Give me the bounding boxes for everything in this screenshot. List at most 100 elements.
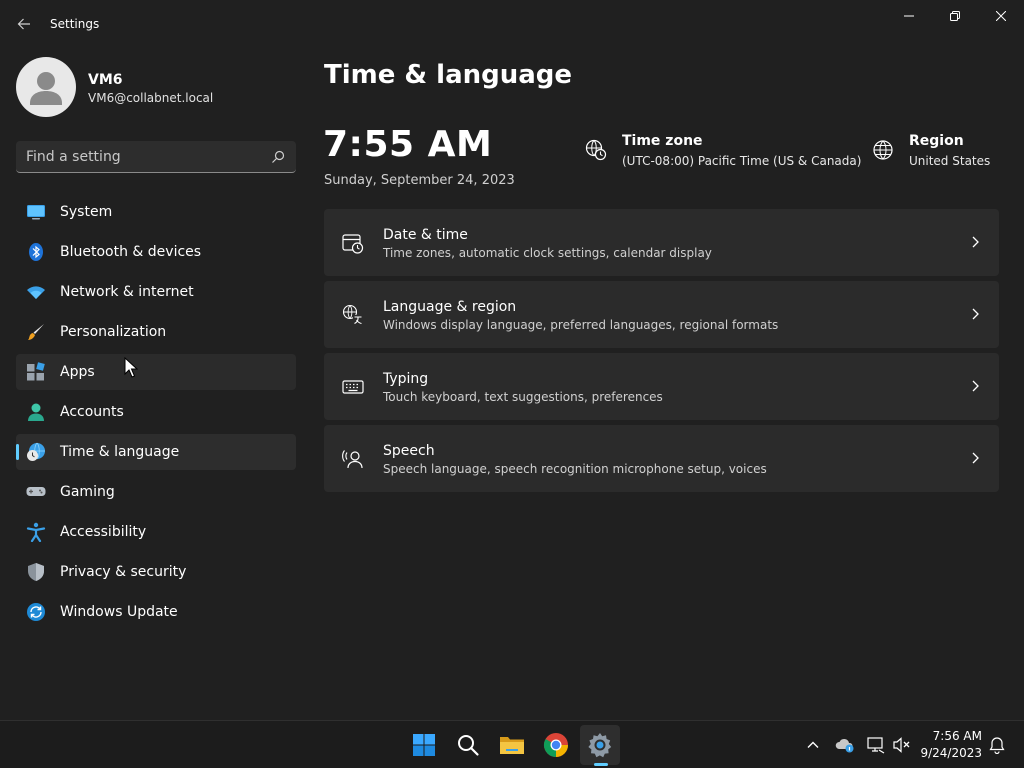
sidebar-item-accessibility[interactable]: Accessibility [16, 514, 296, 550]
current-date: Sunday, September 24, 2023 [324, 173, 515, 188]
region-title: Region [909, 133, 964, 149]
volume-tray-button[interactable] [892, 735, 912, 755]
settings-icon [588, 733, 612, 758]
apps-icon [27, 362, 45, 381]
card-description: Time zones, automatic clock settings, ca… [383, 246, 712, 260]
minimize-icon [904, 15, 914, 17]
card-title: Speech [383, 443, 435, 459]
sidebar-item-gaming[interactable]: Gaming [16, 474, 296, 510]
page-title: Time & language [324, 60, 573, 90]
time-language-icon [27, 442, 45, 461]
globe-icon [873, 140, 893, 160]
file-explorer-icon [500, 737, 524, 754]
restore-button[interactable] [932, 0, 978, 32]
time-zone-value: (UTC-08:00) Pacific Time (US & Canada) [622, 154, 862, 168]
accounts-icon [28, 403, 44, 421]
typing-card[interactable]: Typing Touch keyboard, text suggestions,… [324, 353, 999, 420]
network-icon [867, 737, 885, 754]
app-title: Settings [50, 17, 100, 31]
language-region-card[interactable]: Language & region Windows display langua… [324, 281, 999, 348]
arrow-left-icon [17, 18, 30, 30]
close-icon [996, 11, 1006, 21]
speech-icon [342, 450, 363, 469]
current-time: 7:55 AM [323, 124, 493, 165]
back-button[interactable] [12, 12, 36, 36]
calendar-clock-icon [342, 234, 364, 254]
notifications-button[interactable] [987, 735, 1007, 755]
start-icon [413, 734, 435, 756]
sidebar-item-personalization[interactable]: Personalization [16, 314, 296, 350]
settings-button[interactable] [580, 725, 620, 765]
shield-icon [28, 563, 44, 581]
volume-muted-icon [893, 737, 910, 753]
onedrive-tray-button[interactable] [835, 735, 855, 755]
sidebar-item-bluetooth[interactable]: Bluetooth & devices [16, 234, 296, 270]
wifi-icon [27, 286, 45, 299]
taskbar: 7:56 AM 9/24/2023 [0, 720, 1024, 768]
user-name: VM6 [88, 72, 123, 88]
search-input[interactable] [26, 147, 266, 167]
sidebar-item-apps[interactable]: Apps [16, 354, 296, 390]
file-explorer-button[interactable] [492, 725, 532, 765]
sidebar-item-label: Privacy & security [60, 564, 187, 580]
search-icon [458, 735, 479, 756]
update-icon [27, 603, 45, 621]
accessibility-icon [26, 522, 46, 542]
language-icon [342, 304, 363, 325]
cloud-info-icon [835, 738, 854, 753]
avatar[interactable] [16, 57, 76, 117]
chevron-right-icon [972, 236, 979, 248]
network-tray-button[interactable] [866, 735, 886, 755]
time-zone-icon [585, 139, 607, 161]
settings-cards: Date & time Time zones, automatic clock … [324, 209, 999, 497]
sidebar-nav: System Bluetooth & devices Network & int… [16, 194, 296, 634]
sidebar-item-network[interactable]: Network & internet [16, 274, 296, 310]
date-time-card[interactable]: Date & time Time zones, automatic clock … [324, 209, 999, 276]
chrome-button[interactable] [536, 725, 576, 765]
user-email: VM6@collabnet.local [88, 91, 214, 105]
region-value: United States [909, 154, 991, 168]
start-button[interactable] [404, 725, 444, 765]
user-silhouette-icon [30, 72, 62, 105]
card-title: Language & region [383, 299, 517, 315]
sidebar-item-label: Time & language [60, 444, 180, 460]
sidebar-item-label: Accounts [60, 404, 124, 420]
sidebar-item-label: Apps [60, 364, 95, 380]
brush-icon [28, 324, 44, 340]
bluetooth-icon [29, 243, 43, 261]
show-hidden-icons-button[interactable] [803, 735, 823, 755]
mouse-cursor-icon [124, 357, 138, 378]
sidebar-item-label: Accessibility [60, 524, 147, 540]
search-icon[interactable] [270, 149, 286, 165]
card-description: Windows display language, preferred lang… [383, 318, 779, 332]
chrome-icon [543, 733, 568, 757]
sidebar-item-label: Bluetooth & devices [60, 244, 202, 260]
tray-clock-date[interactable]: 9/24/2023 [920, 746, 982, 760]
speech-card[interactable]: Speech Speech language, speech recogniti… [324, 425, 999, 492]
minimize-button[interactable] [886, 0, 932, 32]
sidebar-item-privacy[interactable]: Privacy & security [16, 554, 296, 590]
sidebar-item-label: Personalization [60, 324, 167, 340]
sidebar-item-system[interactable]: System [16, 194, 296, 230]
tray-clock-time[interactable]: 7:56 AM [920, 729, 982, 743]
taskbar-search-button[interactable] [448, 725, 488, 765]
sidebar-item-windows-update[interactable]: Windows Update [16, 594, 296, 630]
chevron-right-icon [972, 308, 979, 320]
card-title: Date & time [383, 227, 468, 243]
time-zone-title: Time zone [622, 133, 703, 149]
chevron-right-icon [972, 380, 979, 392]
sidebar-item-time-language[interactable]: Time & language [16, 434, 296, 470]
sidebar-item-label: Gaming [60, 484, 115, 500]
title-bar: Settings [0, 0, 1024, 48]
close-button[interactable] [978, 0, 1024, 32]
system-icon [27, 205, 45, 220]
sidebar-item-accounts[interactable]: Accounts [16, 394, 296, 430]
gamepad-icon [26, 487, 46, 496]
settings-window: Settings VM6 VM6@collabnet.local Find a … [0, 0, 1024, 720]
chevron-up-icon [807, 741, 819, 748]
card-description: Touch keyboard, text suggestions, prefer… [383, 390, 663, 404]
keyboard-icon [342, 380, 364, 394]
search-box[interactable] [16, 141, 296, 173]
card-description: Speech language, speech recognition micr… [383, 462, 767, 476]
bell-icon [989, 737, 1005, 754]
